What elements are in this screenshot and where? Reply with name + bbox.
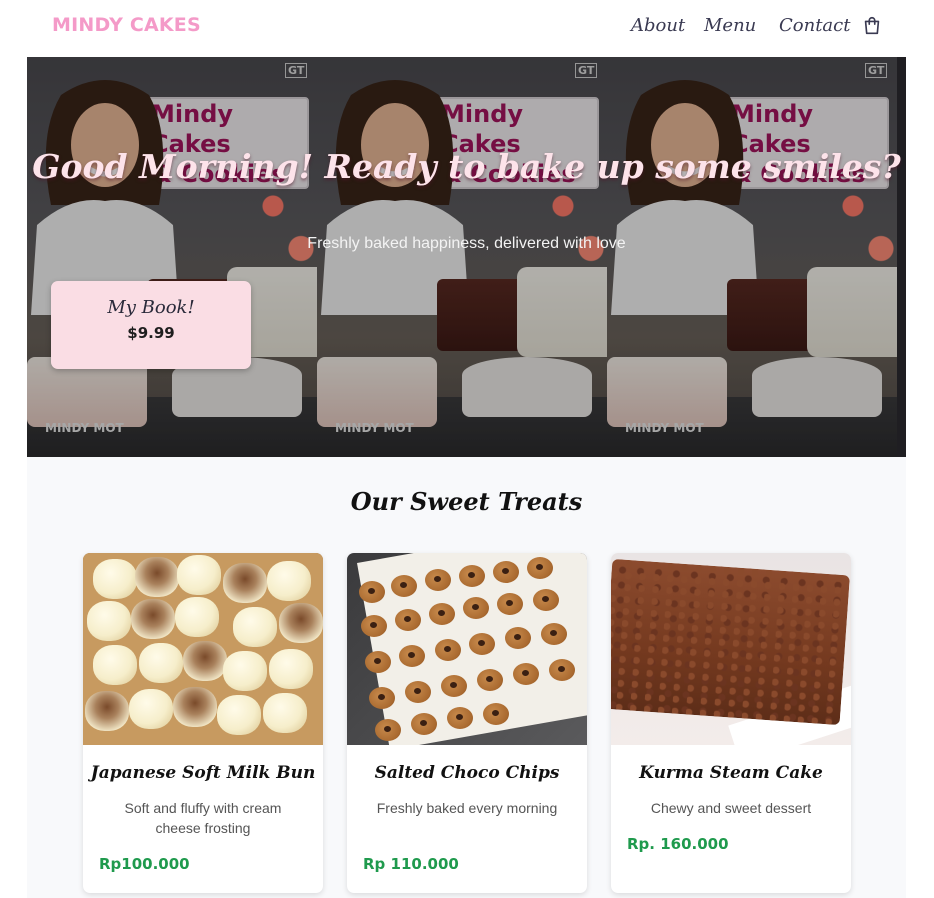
product-description: Chewy and sweet dessert — [650, 800, 812, 816]
nav-link-about[interactable]: About — [631, 15, 685, 36]
hero-banner: Mindy Cakes & Cookies GT MINDY MOT Mindy … — [27, 57, 906, 457]
product-card[interactable]: Japanese Soft Milk Bun Soft and fluffy w… — [83, 553, 323, 893]
hero-subtitle: Freshly baked happiness, delivered with … — [307, 235, 626, 252]
book-title: My Book! — [107, 297, 195, 318]
book-promo-card[interactable]: My Book! $9.99 — [51, 281, 251, 369]
brand-logo[interactable]: MINDY CAKES — [52, 14, 201, 36]
product-description: Freshly baked every morning — [376, 800, 558, 816]
product-price: Rp. 160.000 — [627, 835, 729, 853]
product-description: Soft and fluffy with cream cheese frosti… — [124, 800, 282, 836]
product-card[interactable]: Kurma Steam Cake Chewy and sweet dessert… — [611, 553, 851, 893]
section-heading: Our Sweet Treats — [350, 487, 583, 516]
hero-title: Good Morning! Ready to bake up some smil… — [32, 147, 901, 186]
product-image-milk-bun — [83, 553, 323, 745]
nav-link-menu[interactable]: Menu — [704, 15, 756, 36]
product-image-steam-cake — [611, 553, 851, 745]
top-nav: MINDY CAKES About Menu Contact — [0, 0, 934, 57]
product-image-choco-chips — [347, 553, 587, 745]
nav-link-contact[interactable]: Contact — [779, 15, 850, 36]
product-name: Salted Choco Chips — [374, 763, 560, 783]
product-price: Rp 110.000 — [363, 855, 459, 873]
book-price: $9.99 — [127, 324, 175, 342]
product-name: Kurma Steam Cake — [639, 763, 823, 783]
shopping-bag-icon[interactable] — [861, 15, 883, 37]
product-name: Japanese Soft Milk Bun — [90, 763, 316, 783]
product-card[interactable]: Salted Choco Chips Freshly baked every m… — [347, 553, 587, 893]
sweet-treats-section: Our Sweet Treats Japanese Soft Milk Bun … — [27, 457, 906, 898]
product-price: Rp100.000 — [99, 855, 190, 873]
